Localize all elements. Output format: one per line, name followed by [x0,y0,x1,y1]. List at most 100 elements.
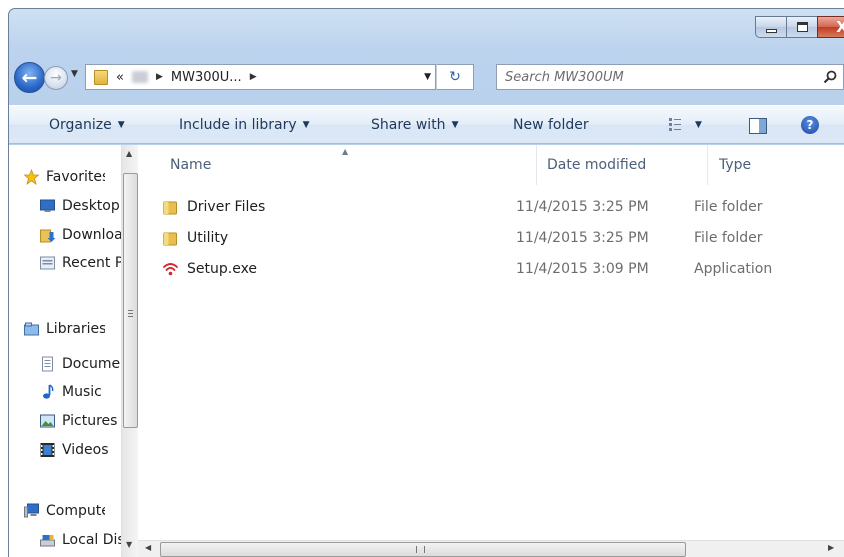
column-header-type[interactable]: Type [719,145,751,185]
new-folder-button[interactable]: New folder [513,117,589,133]
chevron-down-icon: ▼ [302,120,310,130]
file-name: Driver Files [187,199,266,215]
column-header-date-modified[interactable]: Date modified [547,145,646,185]
breadcrumb-current-folder[interactable]: MW300U... [171,70,242,85]
chevron-right-icon[interactable]: ▶ [156,72,163,82]
search-input[interactable] [497,66,817,88]
file-row-setup-exe[interactable]: Setup.exe 11/4/2015 3:09 PM Application [162,258,844,282]
recent-pages-dropdown[interactable]: ▼ [71,69,78,79]
refresh-button[interactable]: ↻ [436,64,474,90]
nav-item-label: Videos [62,442,109,458]
file-name: Utility [187,230,229,246]
videos-icon [40,443,55,457]
file-row-utility[interactable]: Utility 11/4/2015 3:25 PM File folder [162,227,844,251]
nav-item-downloads[interactable]: Downloads [39,224,121,246]
nav-item-desktop[interactable]: Desktop [39,195,121,217]
recent-places-icon [40,256,55,270]
computer-icon [24,503,39,518]
column-header-name[interactable]: Name [170,145,211,185]
nav-item-music[interactable]: Music [39,381,121,403]
chevron-down-icon: ▼ [451,120,459,130]
scrollbar-thumb[interactable] [160,542,686,557]
nav-item-label: Computer [46,503,105,519]
address-bar[interactable]: « ▶ MW300U... ▶ ▼ [85,64,436,90]
maximize-icon [796,22,808,32]
share-with-label: Share with [371,117,446,133]
new-folder-label: New folder [513,117,589,133]
nav-item-label: Downloads [62,227,121,243]
command-bar: Organize ▼ Include in library ▼ Share with… [9,105,844,144]
scroll-down-icon[interactable]: ▼ [126,540,132,549]
nav-item-pictures[interactable]: Pictures [39,410,121,432]
column-divider[interactable] [536,145,537,185]
chevron-down-icon: ▼ [117,120,125,130]
help-button[interactable]: ? [801,116,819,134]
maximize-button[interactable] [786,16,817,38]
star-icon [23,169,40,185]
preview-pane-button[interactable] [749,118,767,134]
nav-item-libraries[interactable]: Libraries [23,318,105,340]
nav-item-label: Favorites [46,169,105,185]
scroll-up-icon[interactable]: ▲ [126,149,132,158]
include-in-library-menu[interactable]: Include in library ▼ [179,117,310,133]
address-dropdown-icon[interactable]: ▼ [424,72,431,82]
nav-item-label: Recent Places [62,255,121,271]
forward-button[interactable]: → [44,66,68,90]
organize-menu[interactable]: Organize ▼ [49,117,125,133]
grip-icon [416,546,425,553]
change-view-button[interactable]: ▼ [669,118,702,132]
minimize-button[interactable] [755,16,786,38]
folder-icon [163,201,177,215]
file-type: File folder [694,230,763,246]
file-date: 11/4/2015 3:25 PM [516,230,649,246]
close-button[interactable]: X [817,16,844,38]
preview-pane-icon [749,118,767,134]
nav-item-favorites[interactable]: Favorites [23,166,105,188]
breadcrumb-overflow[interactable]: « [116,70,124,85]
back-button[interactable]: ← [14,62,45,93]
horizontal-scrollbar[interactable]: ◀ ▶ [138,540,844,557]
search-icon[interactable] [817,70,843,84]
nav-item-label: Libraries [46,321,105,337]
nav-item-computer[interactable]: Computer [23,500,105,522]
file-type: File folder [694,199,763,215]
file-name-cell: Utility [162,230,228,246]
view-details-icon [669,118,681,131]
nav-item-videos[interactable]: Videos [39,439,121,461]
nav-item-label: Local Disk [62,532,121,548]
nav-item-recent-places[interactable]: Recent Places [39,252,121,274]
column-header-label: Date modified [547,157,647,173]
share-with-menu[interactable]: Share with ▼ [371,117,458,133]
column-header-label: Name [170,157,212,173]
sort-ascending-icon: ▲ [342,147,349,156]
file-row-driver-files[interactable]: Driver Files 11/4/2015 3:25 PM File fold… [162,196,844,220]
downloads-icon [40,229,56,243]
file-list: Name ▲ Date modified Type Driver Files 1… [138,145,844,557]
chevron-right-icon[interactable]: ▶ [250,72,257,82]
file-date: 11/4/2015 3:09 PM [516,261,649,277]
navigation-scrollbar[interactable]: ▲ ▼ [121,145,138,557]
scroll-left-icon[interactable]: ◀ [145,543,151,552]
nav-item-local-disk[interactable]: Local Disk [39,529,121,551]
back-arrow-icon: ← [21,66,38,89]
include-in-library-label: Include in library [179,117,297,133]
nav-item-label: Pictures [62,413,118,429]
file-name-cell: Driver Files [162,199,265,215]
documents-icon [42,356,53,372]
pictures-icon [40,414,55,428]
music-icon [43,384,54,399]
nav-item-documents[interactable]: Documents [39,353,121,375]
chevron-down-icon: ▼ [695,120,702,130]
grip-icon [128,310,133,317]
scroll-right-icon[interactable]: ▶ [828,543,834,552]
folder-icon [94,69,108,85]
column-divider[interactable] [707,145,708,185]
wifi-setup-icon [163,263,178,276]
column-header-label: Type [719,157,752,173]
nav-item-label: Desktop [62,198,120,214]
desktop-icon [40,199,55,212]
minimize-icon [765,29,777,33]
forward-arrow-icon: → [50,70,62,86]
scrollbar-thumb[interactable] [123,173,138,428]
redacted-breadcrumb [131,71,148,83]
